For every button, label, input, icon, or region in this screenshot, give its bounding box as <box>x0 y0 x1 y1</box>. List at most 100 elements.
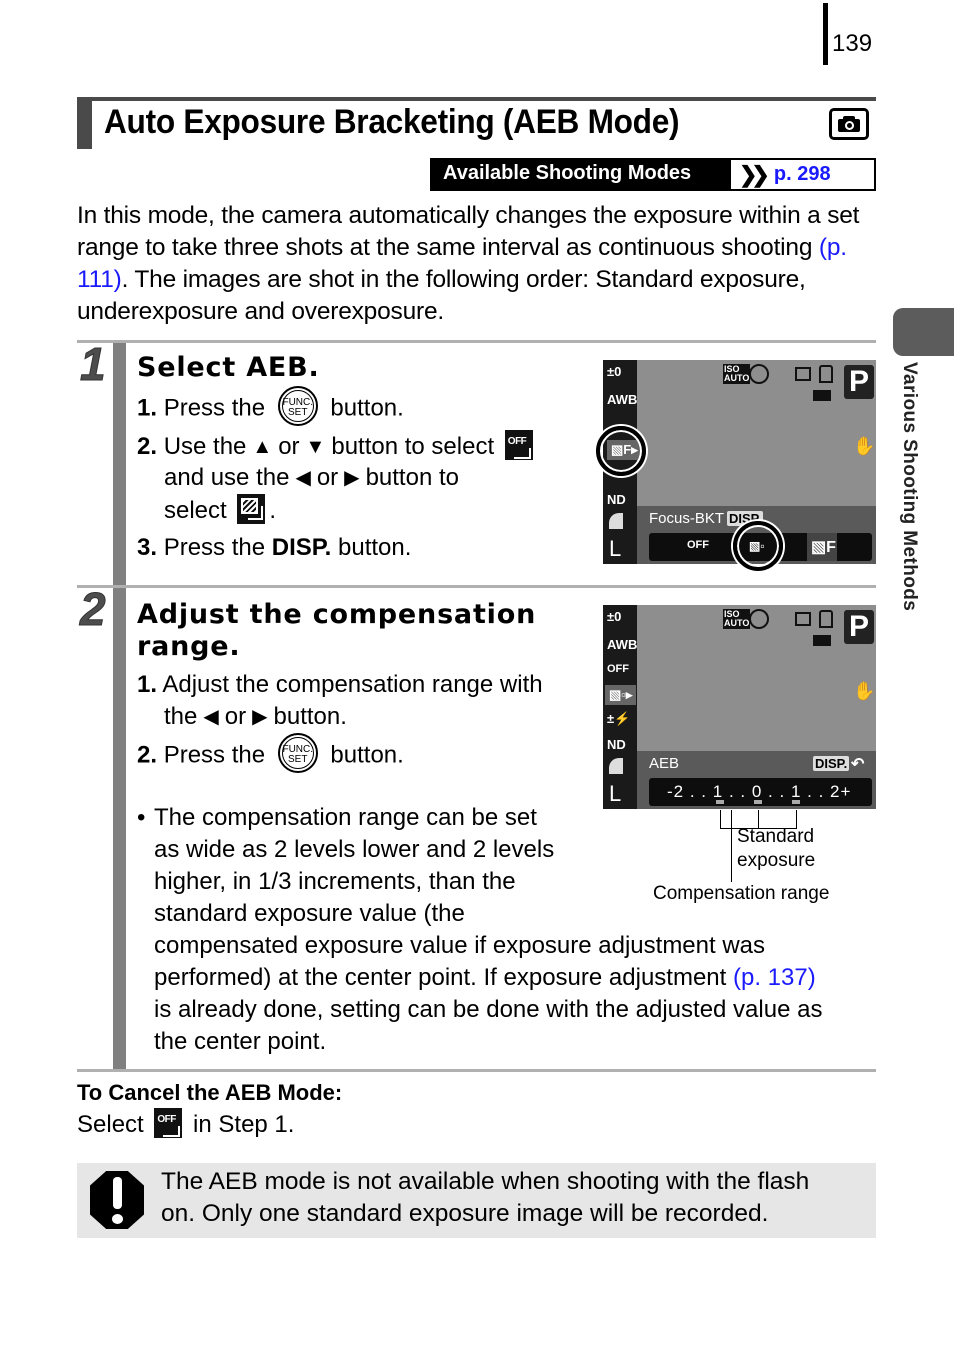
caution-note: The AEB mode is not available when shoot… <box>77 1163 876 1238</box>
page-link-137[interactable]: (p. 137) <box>733 964 816 991</box>
scale-tick: 1 <box>790 782 802 801</box>
left-arrow-icon: ◀ <box>203 706 219 728</box>
note-line: The AEB mode is not available when shoot… <box>161 1168 810 1195</box>
instruction-text: Press the <box>163 741 266 769</box>
disp-indicator: DISP. <box>813 756 850 771</box>
compression-icon <box>609 513 623 529</box>
bullet-line: performed) at the center point. If expos… <box>154 962 876 994</box>
nd-filter-icon: ND <box>607 492 626 507</box>
cancel-text: in Step 1. <box>193 1111 295 1138</box>
intro-text: In this mode, the camera automatically c… <box>77 202 860 261</box>
left-arrow-icon: ◀ <box>295 467 311 489</box>
chapter-tab[interactable] <box>893 308 954 356</box>
step-number: 2 <box>80 583 107 636</box>
title-rule <box>77 97 876 101</box>
resolution-icon: L <box>609 536 622 561</box>
compensation-scale[interactable]: -2 . . 1 . . 0 . . 1 . . 2+ <box>649 778 872 806</box>
instruction-line: the ◀ or ▶ button. <box>137 701 597 739</box>
instruction-text: Press the <box>163 534 266 561</box>
aeb-icon <box>237 494 266 524</box>
callout-label: Standard <box>737 826 815 847</box>
step-heading-line: range. <box>137 631 241 662</box>
instruction-item: 1. Press the FUNC. SET button. <box>137 386 597 430</box>
bracket-off-icon <box>504 430 533 460</box>
instruction-text: button. <box>330 741 404 769</box>
instruction-text: and use the <box>164 464 290 491</box>
exposure-comp-indicator: ±0 <box>607 609 622 624</box>
resolution-icon: L <box>609 781 622 806</box>
step-number: 1 <box>80 338 107 391</box>
nd-filter-icon: ND <box>607 737 626 752</box>
instruction-text: button. <box>330 394 404 422</box>
step-2-instructions: 1. Adjust the compensation range with th… <box>137 669 597 773</box>
intro-text-end: . The images are shot in the following o… <box>77 266 806 325</box>
step-bar <box>113 343 126 585</box>
iso-auto-icon: ISO AUTO <box>723 609 751 629</box>
option-bracket-off[interactable]: OFF <box>687 539 709 551</box>
instruction-text: Adjust the compensation range with <box>162 671 543 698</box>
down-arrow-icon: ▼ <box>305 436 326 458</box>
up-arrow-icon: ▲ <box>252 436 273 458</box>
scale-tick: -2 <box>667 782 685 801</box>
page-link[interactable]: p. 298 <box>774 163 831 186</box>
instruction-text: button. <box>273 703 347 730</box>
awb-icon: AWB <box>607 392 638 407</box>
awb-icon: AWB <box>607 637 638 652</box>
highlight-circle <box>596 426 646 476</box>
option-focus-bkt[interactable]: ▧F <box>807 533 837 561</box>
step-divider <box>77 340 876 343</box>
return-arrow-icon: ↶ <box>851 756 865 773</box>
callout-label: exposure <box>737 850 816 871</box>
instruction-item: 2. Use the ▲ or ▼ button to select <box>137 430 597 462</box>
step-1-instructions: 1. Press the FUNC. SET button. 2. Use the… <box>137 386 597 564</box>
available-shooting-modes: Available Shooting Modes ❯❯ p. 298 <box>430 158 876 191</box>
range-marker-high <box>792 800 800 804</box>
menu-label: Focus-BKT <box>649 510 725 527</box>
camera-orientation-icon <box>819 365 833 383</box>
step-bar <box>113 588 126 1070</box>
instruction-item: 3. Press the DISP. button. <box>137 532 597 564</box>
item-number: 1. <box>137 671 158 698</box>
aeb-selected-icon: ▧▫▸ <box>605 685 637 705</box>
instruction-text: button to select <box>331 433 495 460</box>
camera-screen-2: ±0 AWB OFF ▧▫▸ ±⚡ ND L ISO AUTO P ✋ AEB D… <box>603 605 876 809</box>
standard-exposure-callout: Standard exposure <box>737 825 815 873</box>
double-chevron-right-icon: ❯❯ <box>739 161 770 187</box>
exposure-comp-indicator: ±0 <box>607 364 622 379</box>
callout-line <box>731 810 732 882</box>
func-set-button-icon: FUNC. SET <box>277 386 318 426</box>
instruction-text: select <box>164 497 227 524</box>
flash-auto-icon <box>749 609 769 629</box>
step-heading: Adjust the compensation range. <box>137 599 536 663</box>
item-number: 2. <box>137 741 158 769</box>
bullet-line: the center point. <box>154 1028 327 1055</box>
instruction-text: button. <box>338 534 412 561</box>
cancel-heading: To Cancel the AEB Mode: <box>77 1080 343 1105</box>
range-marker-low <box>716 800 724 804</box>
chapter-tab-label: Various Shooting Methods <box>899 362 920 612</box>
intro-paragraph: In this mode, the camera automatically c… <box>77 200 877 328</box>
callout-line <box>720 810 721 828</box>
disp-button-label: DISP. <box>271 534 332 561</box>
note-line: on. Only one standard exposure image wil… <box>161 1200 769 1227</box>
drive-mode-icon <box>795 612 811 626</box>
step-divider <box>77 585 876 588</box>
caution-icon <box>90 1171 144 1229</box>
instruction-text: Press the <box>163 394 266 422</box>
scale-tick: 1 <box>712 782 724 801</box>
compensation-range-callout: Compensation range <box>653 883 830 904</box>
instruction-text: or <box>224 703 247 730</box>
instruction-line: select . <box>137 494 597 532</box>
scale-ticks: -2 . . 1 . . 0 . . 1 . . 2+ <box>667 782 852 801</box>
range-marker-standard <box>754 800 762 804</box>
available-modes-label: Available Shooting Modes <box>432 160 731 189</box>
cancel-instruction: Select in Step 1. <box>77 1108 294 1139</box>
iso-auto-icon: ISO AUTO <box>723 364 751 384</box>
battery-icon <box>813 390 831 401</box>
available-modes-link[interactable]: ❯❯ p. 298 <box>731 160 831 189</box>
shooting-mode-p: P <box>844 365 874 399</box>
note-text: The AEB mode is not available when shoot… <box>161 1166 809 1230</box>
flash-auto-icon <box>749 364 769 384</box>
bullet-line: compensated exposure value if exposure a… <box>154 932 766 959</box>
bullet-text: performed) at the center point. If expos… <box>154 964 733 991</box>
